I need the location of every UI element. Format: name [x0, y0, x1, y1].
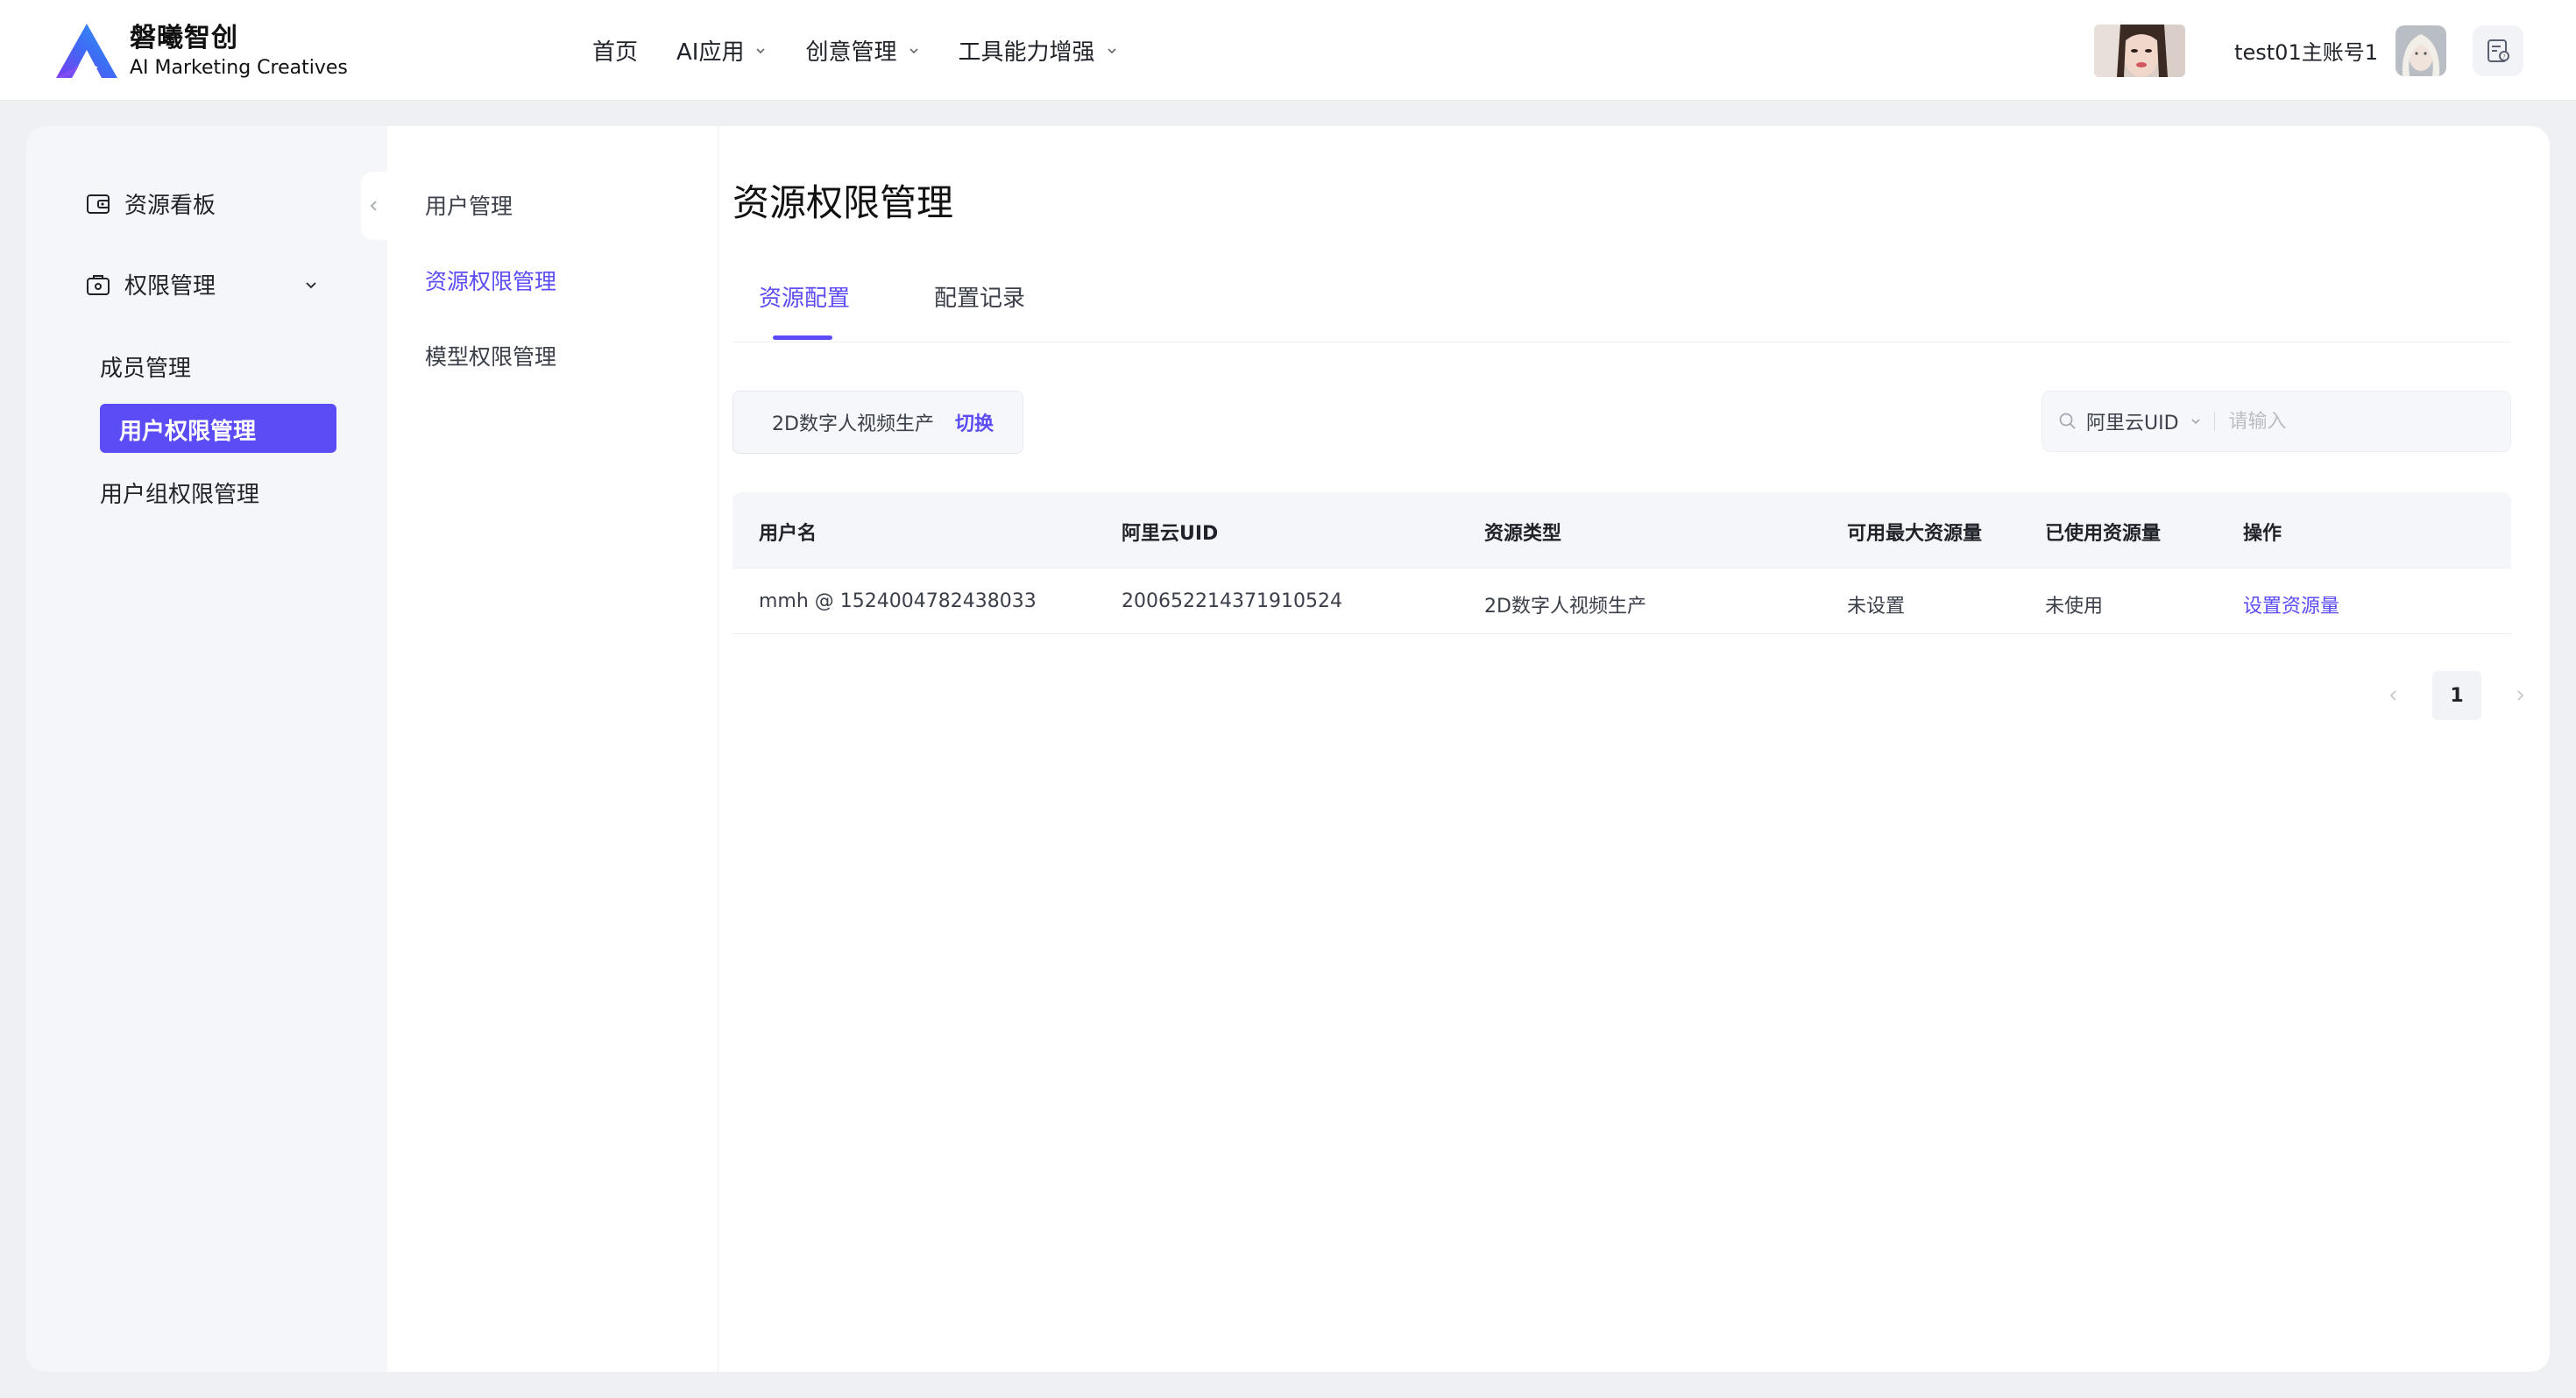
resource-table: 用户名 阿里云UID 资源类型 可用最大资源量 已使用资源量 操作 mmh @ …: [732, 492, 2511, 634]
username[interactable]: test01主账号1: [2234, 35, 2378, 66]
sidebar-item-resource-dashboard-label: 资源看板: [124, 193, 216, 219]
tabs: 资源配置 配置记录: [732, 258, 2511, 342]
sidebar-item-permissions[interactable]: 权限管理: [84, 268, 347, 300]
brand-subtitle: AI Marketing Creatives: [130, 57, 348, 79]
search-divider: [2213, 412, 2215, 431]
feedback-icon: ?: [2488, 39, 2509, 62]
nav-home[interactable]: 首页: [592, 34, 638, 67]
main-card: 资源看板 权限管理 成员管理 用户权限管理 用户组权限管理 用户管理 资源权限管…: [26, 126, 2550, 1372]
search-box: 阿里云UID: [2042, 391, 2511, 452]
resource-type-label: 2D数字人视频生产: [772, 413, 934, 435]
resource-switcher: 2D数字人视频生产 切换: [732, 391, 1023, 454]
chevron-down-icon: [306, 281, 316, 288]
nav-ai-apps-label: AI应用: [676, 39, 745, 66]
tab-config-records[interactable]: 配置记录: [934, 280, 1025, 313]
search-input[interactable]: [2226, 409, 2494, 434]
active-tab-indicator: [773, 335, 832, 340]
chevron-down-icon: [756, 47, 766, 53]
tab-resource-config[interactable]: 资源配置: [759, 280, 850, 313]
digital-human-thumbnail[interactable]: [2094, 24, 2186, 77]
pagination: 1: [2376, 671, 2537, 720]
brand-name: 磐曦智创: [130, 23, 238, 53]
sidebar-item-member-management[interactable]: 成员管理: [100, 350, 191, 383]
chevron-down-icon[interactable]: [2190, 415, 2202, 427]
subnav-user-management[interactable]: 用户管理: [425, 189, 513, 221]
col-used-resources: 已使用资源量: [2045, 523, 2162, 545]
top-header: 磐曦智创 AI Marketing Creatives 首页 AI应用 创意管理…: [0, 0, 2576, 101]
collapse-sidebar-button[interactable]: [361, 172, 387, 240]
nav-creative-management[interactable]: 创意管理: [805, 34, 919, 67]
sidebar-item-user-permissions-label: 用户权限管理: [119, 419, 257, 445]
chevron-right-icon: [2517, 690, 2524, 701]
set-resource-button[interactable]: 设置资源量: [2243, 590, 2339, 618]
nav-home-label: 首页: [592, 39, 639, 66]
avatar[interactable]: [2396, 25, 2446, 76]
switch-resource-button[interactable]: 切换: [955, 408, 994, 436]
chevron-left-icon: [370, 201, 377, 211]
cell-max-resources: 未设置: [1847, 596, 1906, 618]
chevron-left-icon: [2389, 690, 2396, 701]
next-page-button[interactable]: [2502, 678, 2537, 713]
table-header: 用户名 阿里云UID 资源类型 可用最大资源量 已使用资源量 操作: [732, 492, 2511, 568]
page-number-current[interactable]: 1: [2432, 671, 2481, 720]
search-icon: [2059, 413, 2076, 429]
col-resource-type: 资源类型: [1484, 523, 1562, 545]
brand[interactable]: 磐曦智创 AI Marketing Creatives: [54, 21, 348, 82]
nav-creative-management-label: 创意管理: [805, 39, 897, 66]
sidebar-item-permissions-label: 权限管理: [124, 273, 216, 300]
chevron-down-icon: [909, 47, 918, 53]
sidebar-item-user-permissions[interactable]: 用户权限管理: [100, 404, 336, 453]
user-avatar-icon: [2396, 25, 2446, 76]
subnav-resource-permissions[interactable]: 资源权限管理: [425, 265, 556, 296]
secondary-sidebar: [387, 126, 718, 1372]
prev-page-button[interactable]: [2376, 678, 2411, 713]
chevron-down-icon: [1107, 47, 1116, 53]
nav-tool-enhancement-label: 工具能力增强: [958, 39, 1095, 66]
briefcase-lock-icon: [87, 274, 110, 295]
brand-logo-icon: [56, 24, 117, 78]
main-nav: 首页 AI应用 创意管理 工具能力增强: [592, 0, 1157, 101]
primary-sidebar: 资源看板 权限管理 成员管理 用户权限管理 用户组权限管理: [26, 126, 387, 1372]
cell-resource-type: 2D数字人视频生产: [1484, 596, 1646, 618]
col-aliyun-uid: 阿里云UID: [1122, 523, 1219, 545]
col-actions: 操作: [2243, 523, 2282, 545]
header-user-area: test01主账号1 ?: [2094, 0, 2523, 101]
cell-aliyun-uid: 200652214371910524: [1122, 590, 1342, 612]
page-title: 资源权限管理: [732, 181, 954, 224]
col-max-resources: 可用最大资源量: [1847, 523, 1983, 545]
cell-username: mmh @ 1524004782438033: [759, 590, 1037, 612]
svg-text:?: ?: [2502, 53, 2506, 60]
search-field-select[interactable]: 阿里云UID: [2086, 407, 2179, 435]
content-area: 资源权限管理 资源配置 配置记录 2D数字人视频生产 切换 阿里云UID 用户名: [732, 126, 2524, 1372]
nav-tool-enhancement[interactable]: 工具能力增强: [959, 34, 1118, 67]
wallet-icon: [87, 194, 110, 214]
sidebar-item-resource-dashboard[interactable]: 资源看板: [84, 187, 216, 220]
help-button[interactable]: ?: [2473, 25, 2523, 76]
portrait-image-icon: [2094, 24, 2186, 77]
col-username: 用户名: [759, 523, 817, 545]
subnav-model-permissions[interactable]: 模型权限管理: [425, 340, 556, 371]
sidebar-item-user-group-permissions[interactable]: 用户组权限管理: [100, 477, 259, 509]
table-row: mmh @ 1524004782438033 20065221437191052…: [732, 568, 2511, 634]
cell-used-resources: 未使用: [2045, 596, 2104, 618]
nav-ai-apps[interactable]: AI应用: [676, 34, 767, 67]
